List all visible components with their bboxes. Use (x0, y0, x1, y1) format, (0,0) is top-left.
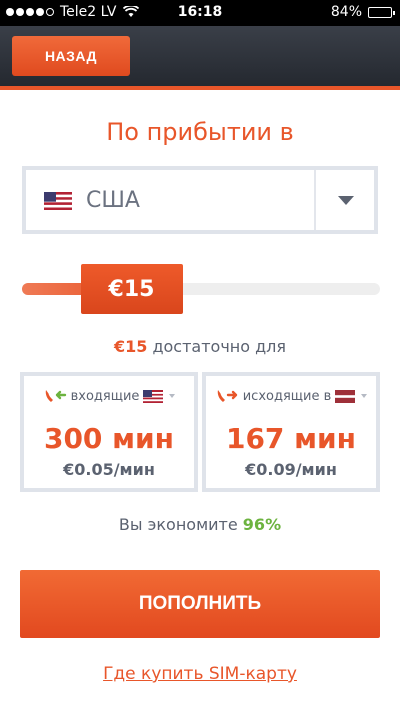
amount-slider-thumb[interactable]: €15 (80, 264, 183, 314)
topup-button[interactable]: ПОПОЛНИТЬ (20, 570, 380, 638)
enough-amount: €15 (113, 337, 148, 356)
chevron-down-icon[interactable] (338, 196, 354, 205)
amount-slider-track[interactable] (22, 283, 380, 295)
chevron-down-icon (169, 394, 176, 398)
incoming-call-icon (45, 390, 66, 402)
chevron-down-icon (361, 394, 368, 398)
lv-flag-icon (335, 389, 356, 403)
incoming-rate-card: входящие 300 мин €0.05/мин (20, 372, 198, 492)
status-bar: Tele2 LV 16:18 84% (0, 0, 400, 26)
savings-label: Вы экономите (118, 515, 243, 534)
outgoing-call-icon (217, 390, 237, 402)
outgoing-minutes: 167 мин (225, 422, 357, 455)
page-title: По прибытии в (106, 118, 294, 146)
outgoing-label: исходящие в (242, 388, 332, 404)
incoming-label: входящие (70, 388, 140, 404)
enough-suffix: достаточно для (147, 337, 287, 356)
back-button[interactable]: НАЗАД (12, 36, 130, 76)
battery-percent: 84% (330, 4, 362, 20)
status-right: 84% (330, 4, 395, 20)
savings-text: Вы экономите 96% (0, 515, 400, 534)
battery-icon (368, 6, 395, 18)
us-flag-icon (44, 192, 72, 210)
savings-percent: 96% (242, 515, 282, 534)
country-value: США (86, 188, 140, 213)
where-to-buy-sim-link[interactable]: Где купить SIM-карту (0, 664, 400, 684)
incoming-header[interactable]: входящие (24, 388, 194, 404)
country-select[interactable]: США (22, 166, 378, 234)
enough-text: €15 достаточно для (0, 337, 400, 356)
incoming-price: €0.05/мин (63, 460, 155, 479)
outgoing-price: €0.09/мин (245, 460, 337, 479)
incoming-minutes: 300 мин (43, 422, 175, 455)
outgoing-rate-card: исходящие в 167 мин €0.09/мин (202, 372, 380, 492)
outgoing-header[interactable]: исходящие в (206, 388, 376, 404)
select-divider (314, 170, 316, 230)
app-header: НАЗАД (0, 26, 400, 90)
us-flag-icon (143, 389, 164, 403)
